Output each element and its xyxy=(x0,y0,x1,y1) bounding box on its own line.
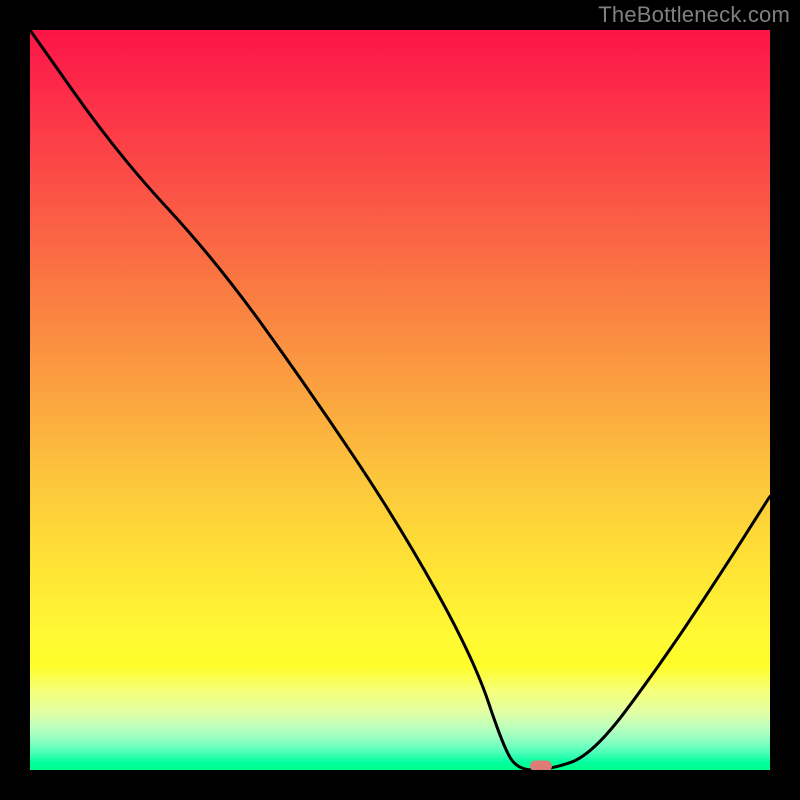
bottleneck-curve xyxy=(30,30,770,770)
curve-layer xyxy=(30,30,770,770)
plot-area xyxy=(30,30,770,770)
watermark-text: TheBottleneck.com xyxy=(598,2,790,28)
optimum-marker xyxy=(530,761,552,770)
chart-container: TheBottleneck.com xyxy=(0,0,800,800)
